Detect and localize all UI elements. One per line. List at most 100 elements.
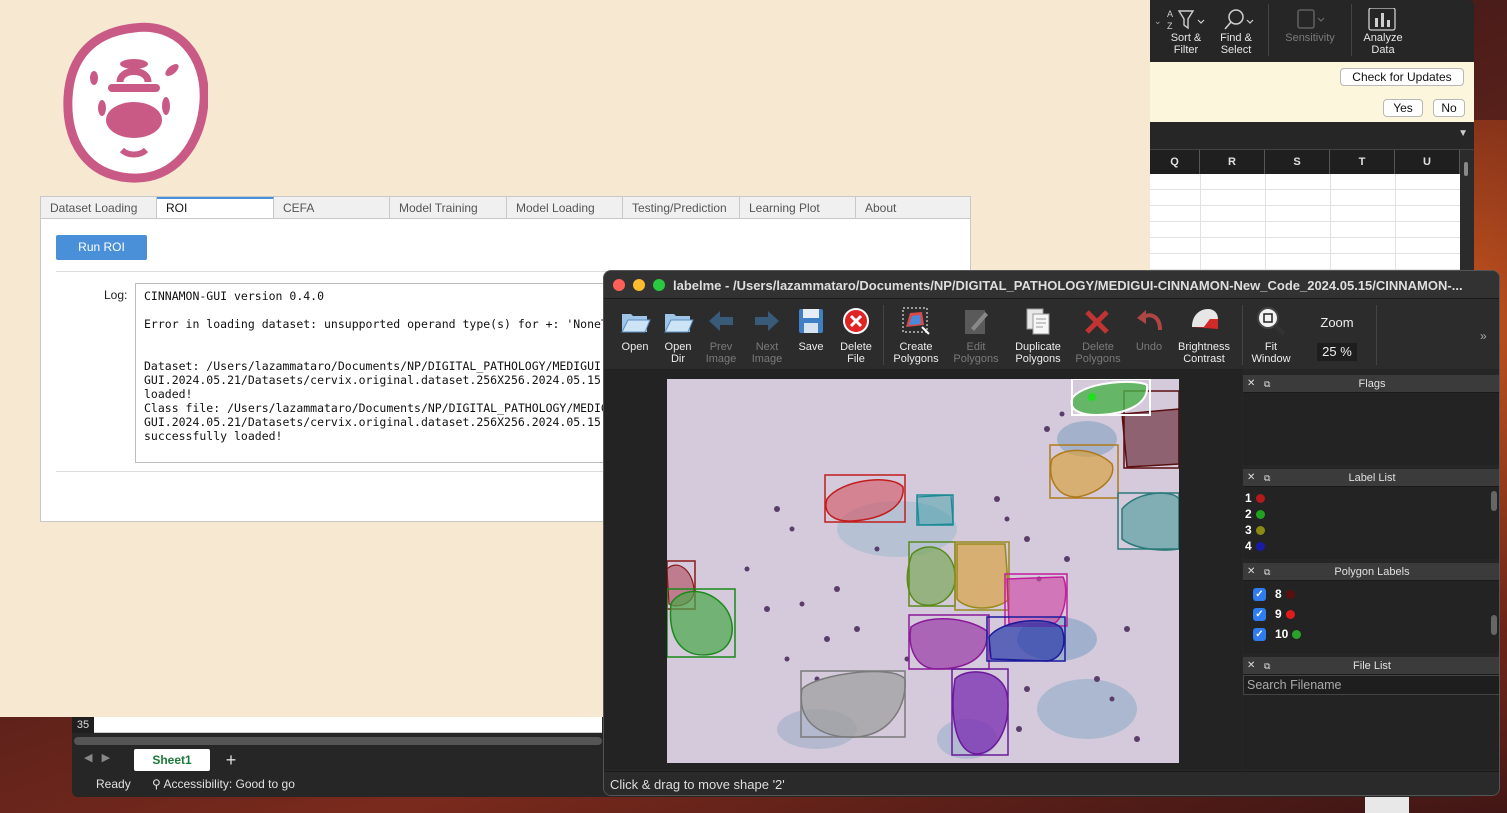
tab-about[interactable]: About xyxy=(856,197,970,219)
column-header-r[interactable]: R xyxy=(1200,150,1265,174)
column-header-t[interactable]: T xyxy=(1330,150,1395,174)
accessibility-label: Accessibility: Good to go xyxy=(163,777,295,791)
column-header-s[interactable]: S xyxy=(1265,150,1330,174)
flags-title: Flags xyxy=(1358,378,1386,390)
undo-label: Undo xyxy=(1135,341,1163,353)
float-icon[interactable]: ⧉ xyxy=(1264,657,1270,675)
grid-row[interactable] xyxy=(1150,254,1460,270)
label-color-swatch xyxy=(1285,610,1295,620)
create-polygons-button[interactable]: Create Polygons xyxy=(890,301,942,365)
delete-polygons-button[interactable]: Delete Polygons xyxy=(1072,301,1124,365)
delete-file-button[interactable]: Delete File xyxy=(833,301,879,365)
sheet-tab[interactable]: Sheet1 xyxy=(134,749,210,771)
folder-open-icon xyxy=(612,301,658,341)
cell-image[interactable] xyxy=(667,379,1179,763)
checkbox-icon[interactable]: ✓ xyxy=(1253,628,1266,642)
label-list-scrollbar[interactable] xyxy=(1491,491,1497,511)
polygon-label-item[interactable]: ✓ 8 xyxy=(1253,587,1295,602)
tab-learning-plot[interactable]: Learning Plot xyxy=(740,197,856,219)
add-sheet-button[interactable]: + xyxy=(220,749,242,771)
prev-image-button[interactable]: Prev Image xyxy=(698,301,744,365)
save-button[interactable]: Save xyxy=(788,301,834,353)
checkbox-icon[interactable]: ✓ xyxy=(1253,608,1266,622)
label-list-item[interactable]: 1 xyxy=(1245,491,1265,505)
no-button[interactable]: No xyxy=(1433,99,1465,117)
close-icon[interactable]: ✕ xyxy=(1247,469,1255,487)
grid-row[interactable] xyxy=(1150,222,1460,238)
close-icon[interactable]: ✕ xyxy=(1247,563,1255,581)
checkbox-icon[interactable]: ✓ xyxy=(1253,588,1266,602)
label-list-item[interactable]: 2 xyxy=(1245,507,1265,521)
analyze-data-icon xyxy=(1353,0,1413,32)
float-icon[interactable]: ⧉ xyxy=(1264,469,1270,487)
delete-file-icon xyxy=(833,301,879,341)
next-image-button[interactable]: Next Image xyxy=(744,301,790,365)
save-icon xyxy=(788,301,834,341)
ribbon-collapse-icon[interactable]: ⌄ xyxy=(1154,16,1162,27)
undo-button[interactable]: Undo xyxy=(1126,301,1172,353)
label-color-swatch xyxy=(1292,630,1302,640)
open-button[interactable]: Open xyxy=(612,301,658,353)
tab-roi[interactable]: ROI xyxy=(157,197,274,220)
open-dir-button[interactable]: Open Dir xyxy=(655,301,701,365)
accessibility-status[interactable]: ⚲ Accessibility: Good to go xyxy=(152,777,295,791)
check-updates-button[interactable]: Check for Updates xyxy=(1340,68,1464,86)
run-roi-button[interactable]: Run ROI xyxy=(56,235,147,260)
grid-row[interactable] xyxy=(1150,174,1460,190)
update-message-bar: Check for Updates Yes No xyxy=(1150,62,1474,122)
find-select-button[interactable]: Find & Select xyxy=(1206,0,1266,62)
polygon-labels-scrollbar[interactable] xyxy=(1491,615,1497,635)
brightness-icon xyxy=(1176,301,1232,341)
horizontal-scrollbar[interactable] xyxy=(74,737,602,745)
tab-testing-prediction[interactable]: Testing/Prediction xyxy=(623,197,740,219)
label-color-swatch xyxy=(1285,590,1295,600)
label-list-item[interactable]: 4 xyxy=(1245,539,1265,553)
sensitivity-button[interactable]: Sensitivity xyxy=(1280,0,1340,62)
column-header-q[interactable]: Q xyxy=(1150,150,1200,174)
duplicate-polygons-button[interactable]: Duplicate Polygons xyxy=(1010,301,1066,365)
chevron-down-icon[interactable]: ▼ xyxy=(1458,128,1468,139)
zoom-window-button[interactable] xyxy=(653,279,665,291)
label-list-item[interactable]: 3 xyxy=(1245,523,1265,537)
row-35[interactable]: 35 xyxy=(72,717,602,733)
toolbar-overflow-icon[interactable]: » xyxy=(1480,329,1487,343)
yes-button[interactable]: Yes xyxy=(1383,99,1423,117)
tab-dataset-loading[interactable]: Dataset Loading xyxy=(41,197,157,219)
brightness-contrast-button[interactable]: Brightness Contrast xyxy=(1176,301,1232,365)
float-icon[interactable]: ⧉ xyxy=(1264,375,1270,393)
column-header-u[interactable]: U xyxy=(1395,150,1460,174)
zoom-input[interactable]: 25 % xyxy=(1317,343,1357,361)
excel-ribbon: AZ Sort & Filter Find & Select Sensitivi… xyxy=(1150,0,1474,62)
labelme-titlebar[interactable]: labelme - /Users/lazammataro/Documents/N… xyxy=(604,271,1499,299)
float-icon[interactable]: ⧉ xyxy=(1264,563,1270,581)
sheet-nav-arrows-icon[interactable]: ◀ ▶ xyxy=(84,751,110,764)
close-window-button[interactable] xyxy=(613,279,625,291)
flags-dock: ✕ ⧉ Flags xyxy=(1243,375,1499,465)
label-color-swatch xyxy=(1255,494,1265,504)
search-filename-input[interactable]: Search Filename xyxy=(1243,675,1499,695)
close-icon[interactable]: ✕ xyxy=(1247,657,1255,675)
tab-model-loading[interactable]: Model Loading xyxy=(507,197,623,219)
toolbar-divider xyxy=(1376,305,1377,365)
minimize-window-button[interactable] xyxy=(633,279,645,291)
vertical-scrollbar[interactable] xyxy=(1460,150,1474,280)
polygon-label-item[interactable]: ✓ 10 xyxy=(1253,627,1302,642)
edit-polygons-button[interactable]: Edit Polygons xyxy=(950,301,1002,365)
close-icon[interactable]: ✕ xyxy=(1247,375,1255,393)
cinnamon-logo xyxy=(62,20,209,184)
grid-row[interactable] xyxy=(1150,190,1460,206)
arrow-right-icon xyxy=(744,301,790,341)
grid-row[interactable] xyxy=(1150,238,1460,254)
analyze-data-button[interactable]: Analyze Data xyxy=(1353,0,1413,62)
row-number: 35 xyxy=(72,717,94,733)
spreadsheet-grid[interactable]: Q R S T U xyxy=(1150,150,1460,280)
formula-bar[interactable]: ▼ xyxy=(1150,122,1474,150)
annotation-canvas[interactable] xyxy=(604,369,1242,769)
tab-model-training[interactable]: Model Training xyxy=(390,197,507,219)
grid-row[interactable] xyxy=(1150,206,1460,222)
undo-icon xyxy=(1126,301,1172,341)
polygon-label-item[interactable]: ✓ 9 xyxy=(1253,607,1295,622)
scrollbar-thumb[interactable] xyxy=(1464,162,1468,176)
fit-window-button[interactable]: Fit Window xyxy=(1248,301,1294,365)
tab-cefa[interactable]: CEFA xyxy=(274,197,390,219)
